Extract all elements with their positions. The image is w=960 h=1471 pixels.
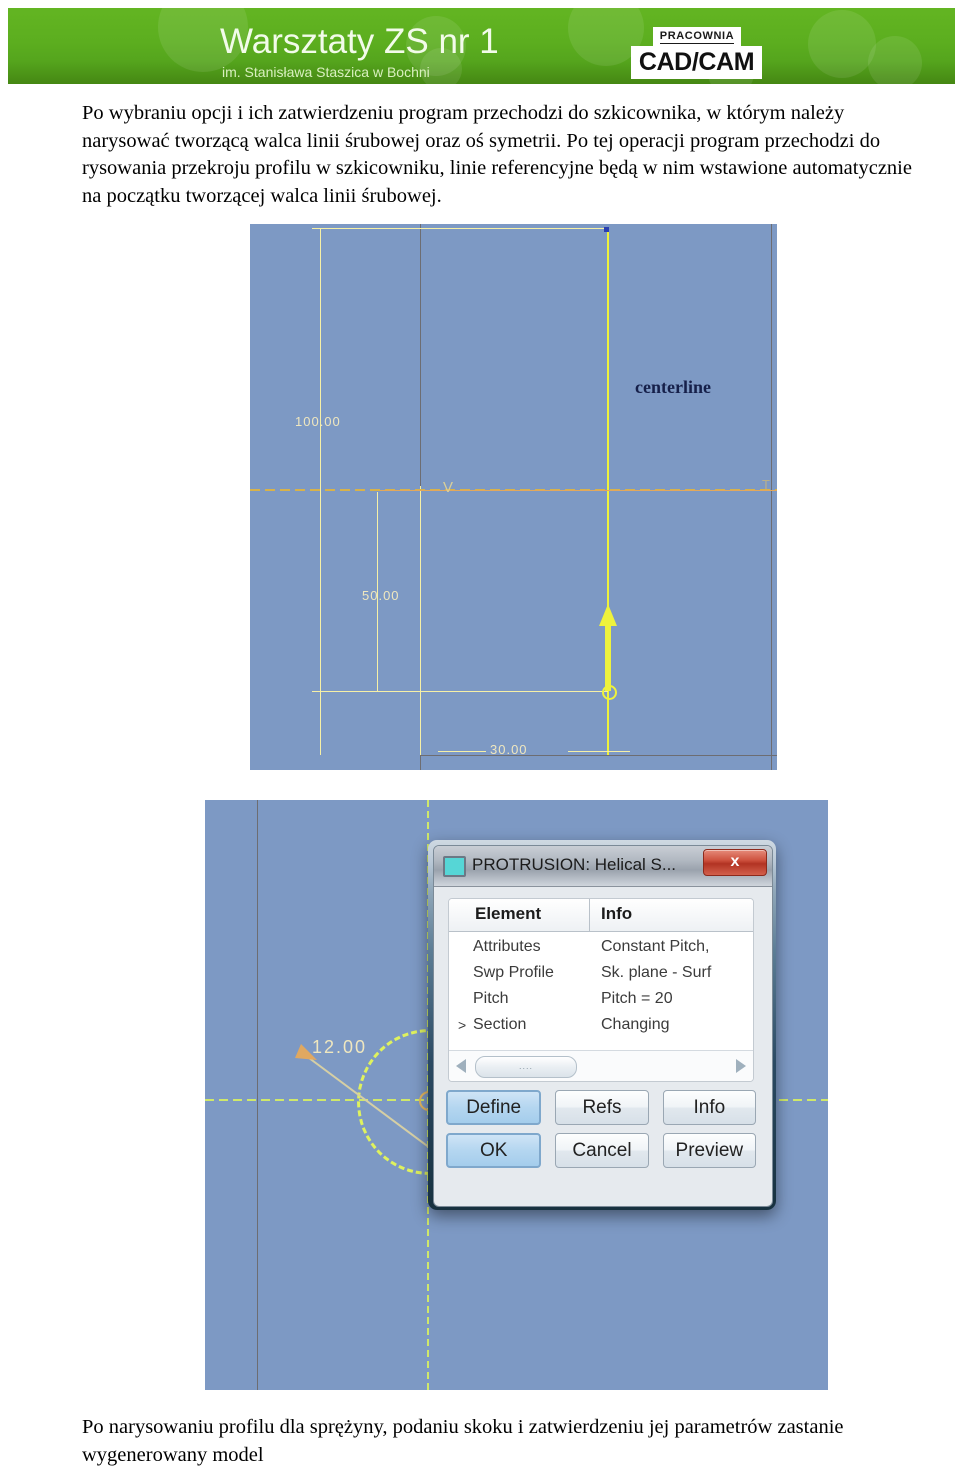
dim-witness-50 bbox=[420, 486, 421, 755]
logo-top-text: PRACOWNIA bbox=[659, 30, 735, 44]
row-info: Pitch = 20 bbox=[601, 990, 673, 1007]
row-element: Swp Profile bbox=[473, 964, 554, 981]
dimension-50: 50.00 bbox=[362, 588, 400, 603]
dialog-button-row-1: Define Refs Info bbox=[446, 1090, 756, 1125]
dialog-title: PROTRUSION: Helical S... bbox=[472, 855, 677, 874]
direction-arrow-shaft bbox=[605, 622, 611, 691]
dialog-button-group: Define Refs Info OK Cancel Preview bbox=[446, 1090, 756, 1176]
column-header-info: Info bbox=[601, 904, 633, 923]
dimension-100: 100.00 bbox=[295, 414, 341, 429]
define-button[interactable]: Define bbox=[446, 1090, 542, 1125]
sketch-start-point bbox=[604, 227, 609, 232]
datum-line-right bbox=[771, 224, 772, 770]
row-info: Constant Pitch, bbox=[601, 938, 710, 955]
dimension-12: 12.00 bbox=[312, 1037, 368, 1057]
sketch-origin-point bbox=[602, 685, 617, 700]
dim-30-line bbox=[438, 751, 486, 752]
row-info: Sk. plane - Surf bbox=[601, 964, 712, 981]
site-header-banner: Warsztaty ZS nr 1 im. Stanisława Staszic… bbox=[8, 8, 955, 84]
row-element: Section bbox=[473, 1016, 527, 1033]
preview-button[interactable]: Preview bbox=[662, 1133, 756, 1168]
close-icon[interactable]: x bbox=[703, 849, 767, 876]
window-icon bbox=[443, 856, 466, 877]
logo-bottom-label: CAD/CAM bbox=[631, 46, 762, 79]
row-marker: > bbox=[458, 1017, 467, 1033]
cad-viewport-top: PRT_CSYS_DEF 100.00 50.00 30.00 RIGHT V … bbox=[250, 224, 777, 770]
table-row[interactable]: Attributes Constant Pitch, bbox=[449, 936, 753, 962]
scrollbar-grip: .... bbox=[518, 1061, 534, 1071]
ok-button[interactable]: OK bbox=[446, 1133, 542, 1168]
table-row[interactable]: Pitch Pitch = 20 bbox=[449, 988, 753, 1014]
dim-witness-100-left bbox=[320, 228, 321, 755]
column-header-element: Element bbox=[475, 904, 542, 923]
row-element: Pitch bbox=[473, 990, 509, 1007]
dim-30-line2 bbox=[568, 751, 630, 752]
table-row[interactable]: > Section Changing bbox=[449, 1014, 753, 1040]
refs-button[interactable]: Refs bbox=[555, 1090, 649, 1125]
logo-top-label: PRACOWNIA bbox=[653, 27, 741, 47]
column-separator bbox=[589, 899, 590, 931]
table-header-row: Element Info bbox=[449, 899, 753, 932]
element-info-table[interactable]: Element Info Attributes Constant Pitch, … bbox=[448, 898, 754, 1082]
header-title: Warsztaty ZS nr 1 bbox=[220, 22, 499, 61]
row-info: Changing bbox=[601, 1016, 670, 1033]
dialog-titlebar[interactable]: PROTRUSION: Helical S... x bbox=[434, 846, 772, 887]
constraint-glyph-v: V bbox=[443, 479, 455, 496]
datum-frame-bottom bbox=[420, 755, 777, 756]
scroll-right-icon[interactable] bbox=[736, 1059, 746, 1073]
dim-extension-top bbox=[312, 228, 608, 229]
table-row[interactable]: Swp Profile Sk. plane - Surf bbox=[449, 962, 753, 988]
cancel-button[interactable]: Cancel bbox=[555, 1133, 649, 1168]
protrusion-dialog[interactable]: PROTRUSION: Helical S... x Element Info … bbox=[428, 840, 776, 1210]
row-element: Attributes bbox=[473, 938, 541, 955]
closing-paragraph: Po narysowaniu profilu dla sprężyny, pod… bbox=[82, 1416, 844, 1466]
datum-line-left-2 bbox=[257, 800, 258, 1390]
horizontal-reference-solid bbox=[380, 490, 777, 491]
info-button[interactable]: Info bbox=[662, 1090, 756, 1125]
dialog-inner: PROTRUSION: Helical S... x Element Info … bbox=[433, 845, 773, 1207]
direction-arrow-head bbox=[599, 604, 617, 626]
header-subtitle: im. Stanisława Staszica w Bochni bbox=[222, 64, 430, 80]
dim-baseline-bottom bbox=[312, 691, 608, 692]
dialog-body: Element Info Attributes Constant Pitch, … bbox=[442, 894, 764, 1198]
decorative-bubble bbox=[868, 36, 922, 84]
dimension-30: 30.00 bbox=[490, 742, 528, 757]
dialog-button-row-2: OK Cancel Preview bbox=[446, 1133, 756, 1168]
decorative-bubble bbox=[808, 10, 876, 78]
centerline-annotation: centerline bbox=[635, 377, 711, 397]
scroll-left-icon[interactable] bbox=[456, 1059, 466, 1073]
horizontal-scrollbar[interactable]: .... bbox=[449, 1050, 753, 1081]
intro-paragraph: Po wybraniu opcji i ich zatwierdzeniu pr… bbox=[82, 102, 912, 207]
cadcam-logo: PRACOWNIA CAD/CAM bbox=[631, 27, 762, 79]
constraint-glyph-t: T bbox=[762, 477, 771, 492]
scrollbar-thumb[interactable]: .... bbox=[475, 1056, 577, 1078]
